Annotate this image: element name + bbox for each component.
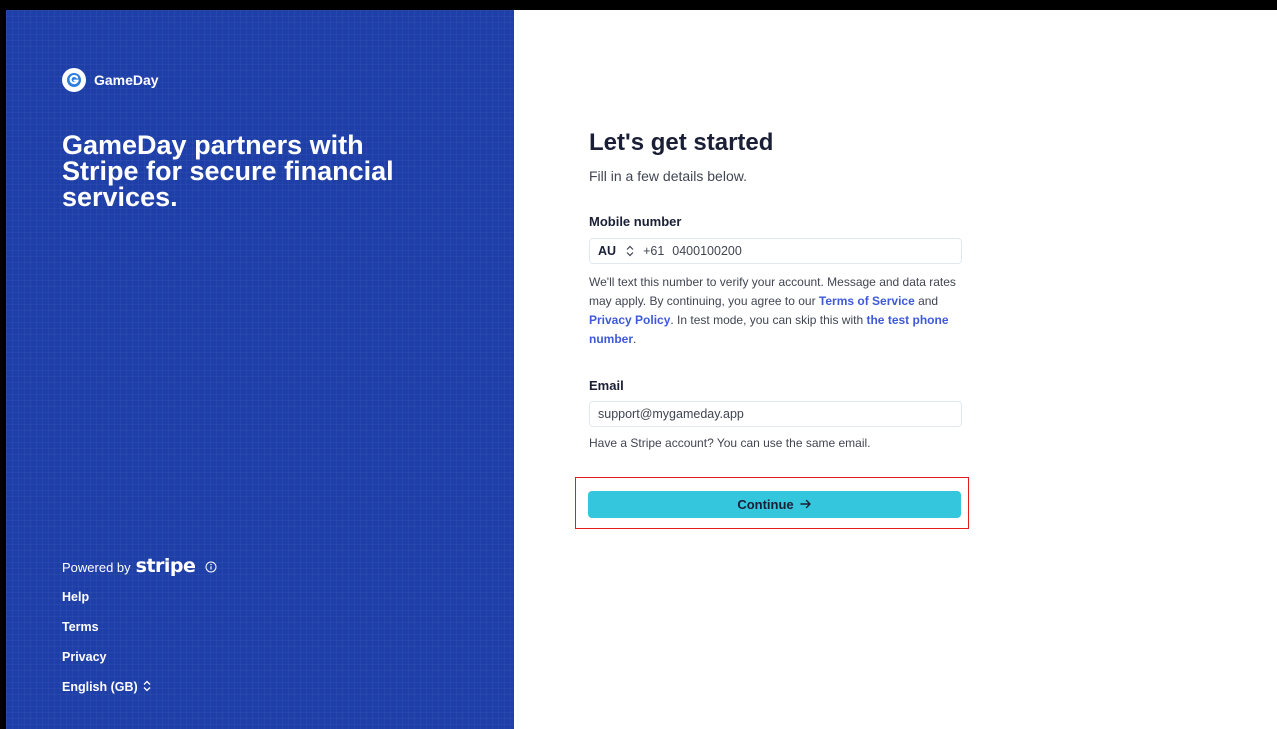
stripe-logo: stripe [135,555,196,577]
help-link[interactable]: Help [62,586,217,608]
form-title: Let's get started [589,129,774,156]
left-panel: GameDay GameDay partners with Stripe for… [6,10,514,729]
mobile-help-and: and [914,294,939,308]
email-field[interactable]: support@mygameday.app [589,401,962,427]
privacy-policy-link[interactable]: Privacy Policy [589,313,670,327]
phone-number-value[interactable]: 0400100200 [672,244,742,258]
mobile-number-input[interactable]: AU +61 0400100200 [589,238,962,264]
language-label: English (GB) [62,680,138,694]
continue-label: Continue [737,497,794,512]
email-value[interactable]: support@mygameday.app [598,407,744,421]
app-frame: GameDay GameDay partners with Stripe for… [6,10,1277,729]
dial-code: +61 [643,244,665,258]
privacy-link[interactable]: Privacy [62,646,217,668]
form-subtitle: Fill in a few details below. [589,168,747,184]
powered-by-stripe[interactable]: Powered by stripe [62,555,217,578]
email-label: Email [589,378,624,393]
continue-highlight: Continue [575,477,969,529]
onboarding-form: Let's get started Fill in a few details … [589,128,962,450]
mobile-help-text: We'll text this number to verify your ac… [589,273,962,349]
mobile-help-middle: . In test mode, you can skip this with [670,313,867,327]
info-icon[interactable] [205,561,217,573]
brand-name: GameDay [94,72,159,88]
country-code-select[interactable]: AU [598,244,616,258]
gameday-logo-icon [62,68,86,92]
updown-chevron-icon[interactable] [625,245,635,257]
arrow-right-icon [799,497,812,512]
brand: GameDay [62,68,159,92]
terms-of-service-link[interactable]: Terms of Service [819,294,915,308]
email-help-text: Have a Stripe account? You can use the s… [589,436,871,450]
powered-by-label: Powered by [62,559,131,575]
right-panel: Let's get started Fill in a few details … [514,10,1277,729]
continue-button[interactable]: Continue [588,491,961,518]
mobile-number-label: Mobile number [589,214,682,229]
mobile-help-suffix: . [633,332,637,346]
terms-link[interactable]: Terms [62,616,217,638]
language-selector[interactable]: English (GB) [62,676,217,698]
footer-links: Powered by stripe Help Terms Privacy Eng… [62,555,217,698]
updown-chevron-icon [142,680,152,695]
headline: GameDay partners with Stripe for secure … [62,130,394,212]
